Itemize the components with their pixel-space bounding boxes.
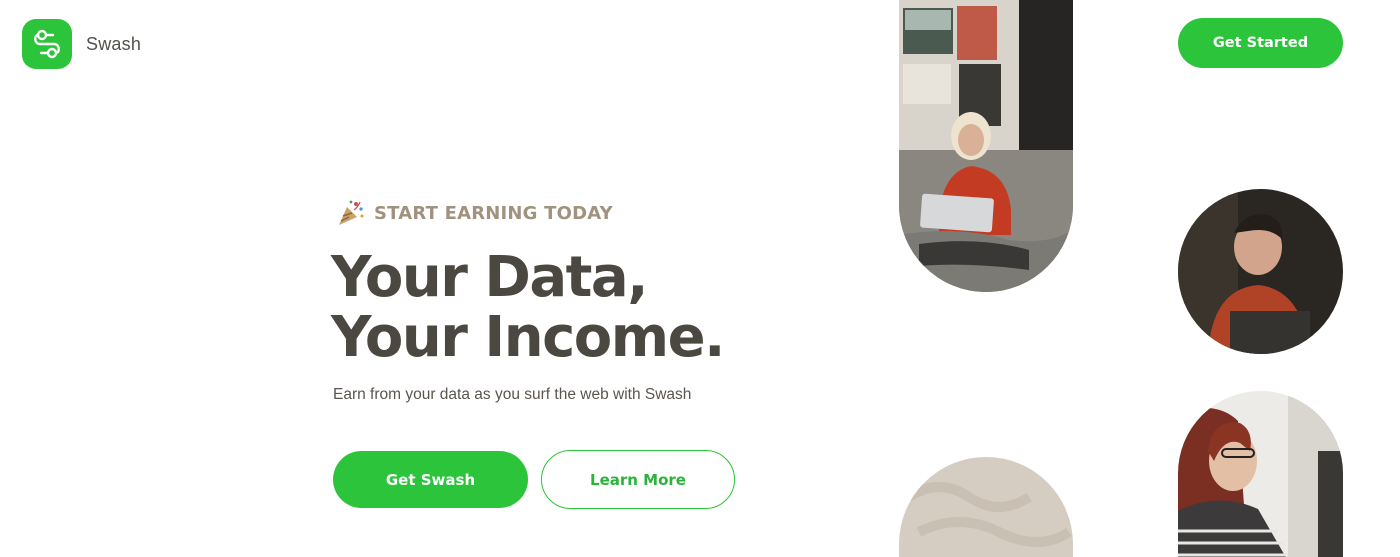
headline-line-2: Your Income. [331, 305, 725, 370]
get-swash-button[interactable]: Get Swash [333, 451, 528, 508]
headline-line-1: Your Data, [331, 245, 648, 310]
learn-more-button[interactable]: Learn More [541, 450, 735, 509]
hero-photo-man-smiling [1178, 189, 1343, 354]
hero-photo-woman-laptop [899, 0, 1073, 292]
hero-subtitle: Earn from your data as you surf the web … [333, 386, 692, 403]
hero-headline: Your Data, Your Income. [331, 245, 725, 370]
brand-name: Swash [86, 33, 142, 54]
hero-photo-pattern [899, 457, 1073, 557]
party-popper-icon [339, 200, 364, 225]
brand-logo[interactable]: Swash [22, 19, 141, 69]
get-started-button[interactable]: Get Started [1178, 18, 1343, 68]
hero-eyebrow: START EARNING TODAY [336, 198, 613, 228]
hero-photo-woman-glasses [1178, 391, 1343, 557]
eyebrow-text: START EARNING TODAY [374, 202, 613, 224]
swash-logo-icon [22, 19, 72, 69]
